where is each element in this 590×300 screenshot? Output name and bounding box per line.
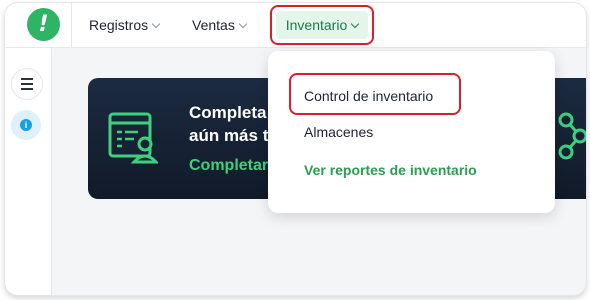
menu-item-almacenes[interactable]: Almacenes <box>304 124 373 140</box>
complete-link[interactable]: Completar <box>189 157 268 175</box>
nav-ventas-label: Ventas <box>192 17 235 33</box>
hamburger-menu-button[interactable] <box>11 68 43 100</box>
nav-inventario-label: Inventario <box>285 17 348 33</box>
info-icon: i <box>20 119 32 131</box>
app-logo[interactable]: ! <box>27 8 60 41</box>
sidebar: i <box>5 48 52 295</box>
chevron-down-icon <box>151 19 161 28</box>
nav-registros-label: Registros <box>89 17 149 33</box>
app-window: ! Registros Ventas Inventario i Completa… <box>4 2 587 296</box>
nav-ventas[interactable]: Ventas <box>192 3 248 47</box>
hamburger-icon-bar <box>21 88 33 90</box>
chevron-down-icon <box>238 19 248 28</box>
user-form-icon <box>108 112 158 164</box>
nav-inventario[interactable]: Inventario <box>276 11 368 39</box>
logo-cell: ! <box>5 3 72 47</box>
inventario-dropdown-menu: Control de inventario Almacenes Ver repo… <box>268 51 555 213</box>
top-navigation-bar: ! Registros Ventas Inventario <box>5 3 586 48</box>
nav-registros[interactable]: Registros <box>89 3 161 47</box>
share-icon <box>558 112 586 160</box>
menu-item-control-inventario[interactable]: Control de inventario <box>304 88 433 104</box>
chevron-down-icon <box>350 19 360 28</box>
info-button[interactable]: i <box>11 110 41 140</box>
hamburger-icon-bar <box>21 83 33 85</box>
hamburger-icon-bar <box>21 78 33 80</box>
nav-inventario-highlight: Inventario <box>270 5 374 45</box>
menu-item-reportes-inventario[interactable]: Ver reportes de inventario <box>304 162 477 178</box>
